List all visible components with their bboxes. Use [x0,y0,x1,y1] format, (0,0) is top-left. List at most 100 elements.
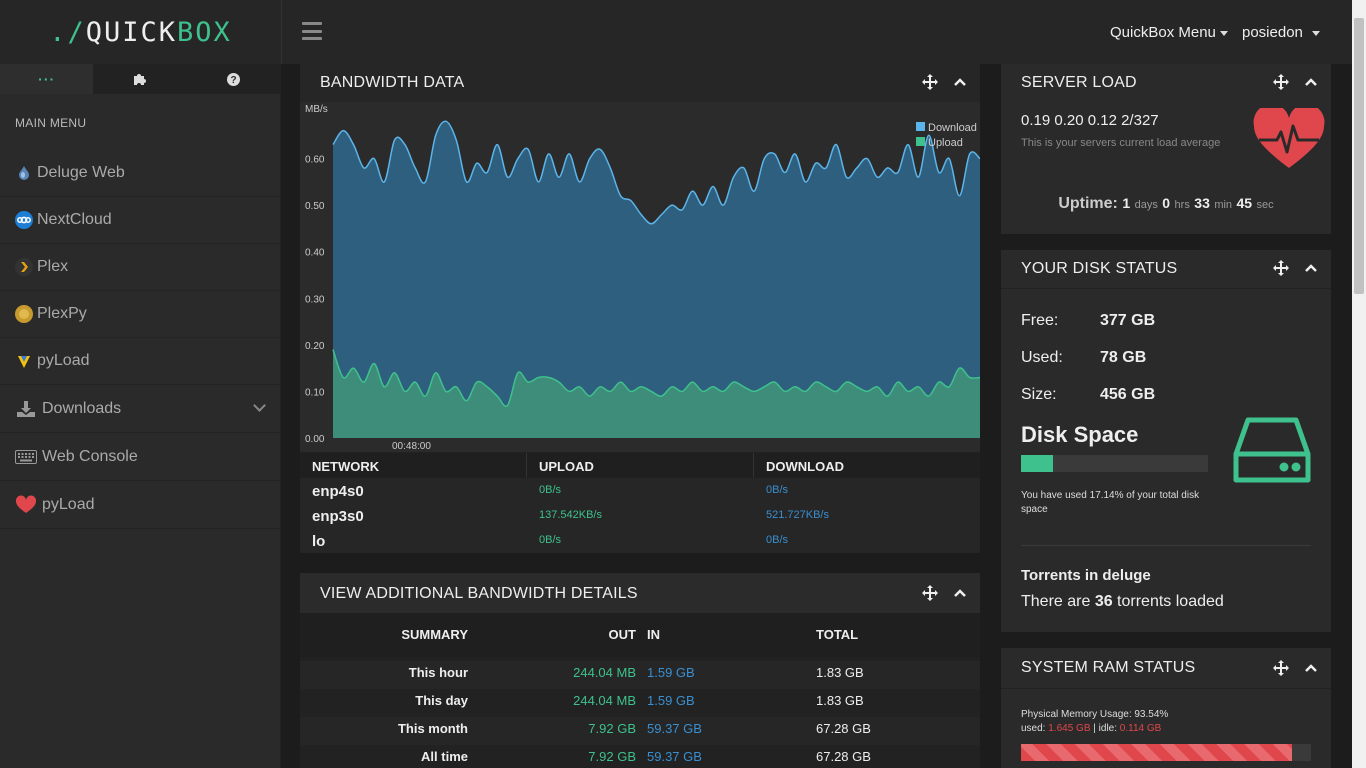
sidebar-item-pyload-heart[interactable]: pyLoad [0,481,280,529]
y-tick-label: 0.20 [305,341,325,352]
disk-used-value: 78 GB [1100,349,1147,366]
sidebar-item-label: Web Console [42,447,138,465]
disk-usage-bar [1021,455,1208,472]
ram-sep: | idle: [1090,723,1120,734]
network-table: NETWORK UPLOAD DOWNLOAD enp4s0 0B/s 0B/s… [300,453,980,553]
ram-usage: Physical Memory Usage: 93.54% [1021,709,1169,720]
sidebar-item-label: PlexPy [37,305,87,322]
panel-title: SYSTEM RAM STATUS [1021,659,1196,676]
iface-name: enp3s0 [312,508,364,525]
uptime-hrs-unit: hrs [1174,199,1190,211]
legend-swatch [916,137,925,146]
summary-out: 244.04 MB [573,665,636,680]
y-tick-label: 0.60 [305,155,325,166]
logo-name-a: QUICK [85,16,177,48]
summary-label: All time [421,749,468,764]
torrents-count-text: There are 36 torrents loaded [1021,593,1224,611]
tab-plugins[interactable] [93,64,186,94]
uptime-hrs: 0 [1162,195,1171,211]
sidebar-item-plexpy[interactable]: PlexPy [0,291,280,338]
collapse-icon[interactable] [952,585,968,601]
table-row: This month 7.92 GB 59.37 GB 67.28 GB [300,717,980,745]
col-summary: SUMMARY [401,627,468,642]
collapse-icon[interactable] [952,74,968,90]
summary-total: 67.28 GB [816,749,871,764]
col-out: OUT [608,627,636,642]
iface-upload: 0B/s [539,534,562,546]
sidebar-item-label: Deluge Web [37,164,125,181]
table-row: All time 7.92 GB 59.37 GB 67.28 GB [300,745,980,768]
page-scrollbar[interactable] [1352,0,1366,768]
torrents-title: Torrents in deluge [1021,567,1151,584]
sidebar-item-label: Plex [37,258,69,275]
tab-help[interactable]: ? [187,64,280,94]
y-tick-label: 0.00 [305,434,325,445]
legend-swatch [916,122,925,131]
iface-download: 0B/s [766,534,789,546]
sidebar-item-label: Downloads [42,399,122,417]
collapse-icon[interactable] [1303,74,1319,90]
server-load-header: SERVER LOAD [1001,64,1331,102]
app-root: ./QUICKBOX QuickBox Menu posiedon ··· ? … [0,0,1366,768]
logo-name-b: BOX [177,16,232,48]
top-bar: QuickBox Menu posiedon [281,0,1352,64]
y-tick-label: 0.10 [305,387,325,398]
torrents-count: 36 [1094,593,1113,610]
sidebar-tabs: ··· ? [0,64,280,94]
collapse-icon[interactable] [1303,260,1319,276]
summary-out: 7.92 GB [588,749,636,764]
bandwidth-panel-header: BANDWIDTH DATA [300,64,980,102]
hamburger-menu-icon[interactable] [302,22,322,40]
plex-icon [15,258,33,276]
panel-title: VIEW ADDITIONAL BANDWIDTH DETAILS [320,585,638,602]
panel-title: YOUR DISK STATUS [1021,260,1178,277]
scrollbar-thumb[interactable] [1354,18,1364,294]
table-row: lo 0B/s 0B/s [300,531,980,553]
sidebar-item-plex[interactable]: Plex [0,244,280,291]
move-icon[interactable] [922,585,938,601]
quickbox-menu-dropdown[interactable]: QuickBox Menu [1110,24,1228,41]
collapse-icon[interactable] [1303,660,1319,676]
caret-down-icon [1219,30,1228,36]
plexpy-icon [15,305,33,323]
uptime-sec: 45 [1236,195,1253,211]
uptime-sec-unit: sec [1256,199,1274,211]
tab-menu[interactable]: ··· [0,64,94,94]
sidebar-item-web-console[interactable]: Web Console [0,433,280,481]
hard-drive-icon [1233,417,1311,483]
sidebar-item-downloads[interactable]: Downloads [0,385,280,433]
disk-size-value: 456 GB [1100,386,1156,403]
ram-usage-fill [1021,744,1293,761]
chevron-down-icon [253,399,266,412]
uptime-days-unit: days [1134,199,1158,211]
uptime: Uptime: 1 days 0 hrs 33 min 45 sec [1001,195,1331,213]
panel-title: SERVER LOAD [1021,74,1137,91]
table-row: This day 244.04 MB 1.59 GB 1.83 GB [300,689,980,717]
user-dropdown[interactable]: posiedon [1242,24,1320,41]
server-load-panel: SERVER LOAD 0.19 0.20 0.12 2/327 This is… [1001,64,1331,234]
move-icon[interactable] [1273,260,1289,276]
sidebar-item-nextcloud[interactable]: NextCloud [0,197,280,244]
sidebar-item-pyload[interactable]: pyLoad [0,338,280,385]
ram-used-label: used: [1021,723,1049,734]
col-total: TOTAL [816,627,859,642]
uptime-days: 1 [1122,195,1131,211]
table-row: This hour 244.04 MB 1.59 GB 1.83 GB [300,661,980,689]
move-icon[interactable] [1273,74,1289,90]
logo-prefix: ./ [49,16,86,48]
summary-label: This hour [408,665,468,680]
sidebar-item-deluge-web[interactable]: Deluge Web [0,150,280,197]
move-icon[interactable] [1273,660,1289,676]
sidebar-item-label: pyLoad [42,495,95,513]
summary-label: This month [397,721,468,736]
x-tick-label: 00:48:00 [392,441,431,452]
torrents-post: torrents loaded [1112,593,1224,610]
iface-upload: 0B/s [539,484,562,496]
heartbeat-icon [1253,108,1325,168]
logo[interactable]: ./QUICKBOX [0,0,281,64]
table-row: enp4s0 0B/s 0B/s [300,481,980,506]
move-icon[interactable] [922,74,938,90]
summary-in: 59.37 GB [647,721,702,736]
ram-detail: used: 1.645 GB | idle: 0.114 GB [1021,723,1161,734]
iface-name: enp4s0 [312,483,364,500]
